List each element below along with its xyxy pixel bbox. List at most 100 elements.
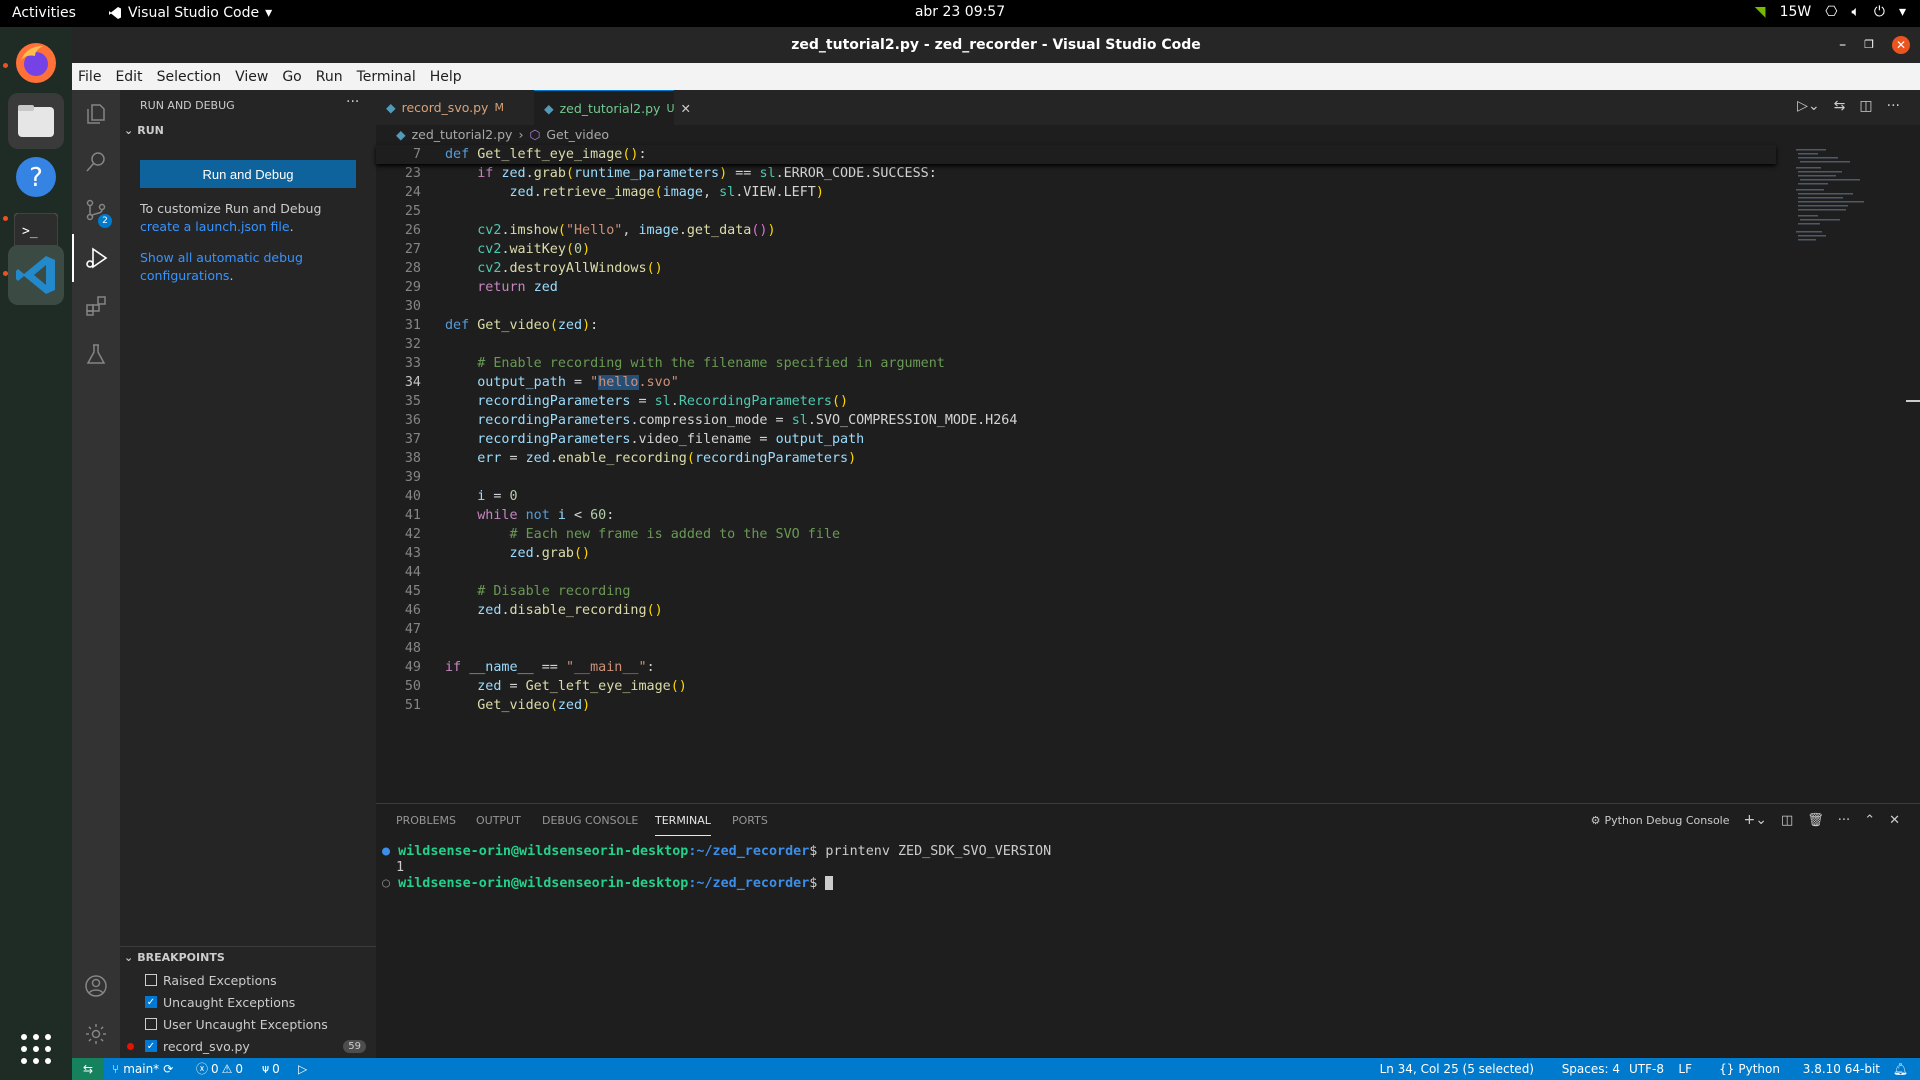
problems-indicator[interactable]: ⓧ 0 ⚠ 0: [196, 1058, 243, 1080]
run-python-file-icon[interactable]: ▷⌄: [1797, 98, 1820, 114]
terminal-selector[interactable]: ⚙ Python Debug Console: [1591, 814, 1730, 827]
terminal-output: 1: [396, 860, 405, 875]
language-mode[interactable]: {} Python: [1719, 1058, 1780, 1080]
more-actions-icon[interactable]: ···: [346, 94, 359, 110]
maximize-panel-icon[interactable]: ⌃: [1864, 813, 1875, 828]
tab-status: M: [494, 101, 504, 114]
breakpoints-title: BREAKPOINTS: [137, 951, 225, 964]
python-interpreter[interactable]: 3.8.10 64-bit: [1803, 1058, 1880, 1080]
more-actions-icon[interactable]: ···: [1887, 98, 1900, 114]
python-file-icon: ◆: [396, 127, 406, 142]
checkbox[interactable]: [145, 1018, 157, 1030]
files-icon[interactable]: [8, 93, 64, 149]
code-line: 43 zed.grab(): [404, 546, 591, 561]
tab-zed-tutorial2[interactable]: ◆ zed_tutorial2.py U ✕: [534, 90, 691, 125]
notifications-bell-icon[interactable]: 🔔︎: [1893, 1058, 1908, 1080]
menu-selection[interactable]: Selection: [150, 69, 229, 85]
explorer-icon[interactable]: [72, 90, 120, 138]
run-debug-status-icon[interactable]: ▷: [298, 1058, 307, 1080]
git-branch[interactable]: ⑂ main* ⟳: [112, 1058, 173, 1080]
line-ending[interactable]: LF: [1678, 1058, 1692, 1080]
menu-terminal[interactable]: Terminal: [350, 69, 423, 85]
menu-view[interactable]: View: [228, 69, 275, 85]
breakpoint-record-svo[interactable]: ✓ record_svo.py 59: [120, 1035, 376, 1057]
terminal-content[interactable]: ● wildsense-orin@wildsenseorin-desktop:~…: [376, 844, 1876, 1044]
symbol-method-icon: ⬡: [529, 127, 541, 142]
breakpoints-header[interactable]: ⌄ BREAKPOINTS: [124, 951, 225, 964]
tab-record-svo[interactable]: ◆ record_svo.py M: [376, 90, 534, 125]
close-tab-icon[interactable]: ✕: [681, 101, 691, 116]
tab-ports[interactable]: PORTS: [732, 804, 768, 837]
breakpoint-uncaught-exceptions[interactable]: ✓ Uncaught Exceptions: [120, 991, 295, 1013]
encoding[interactable]: UTF-8: [1629, 1058, 1664, 1080]
code-editor[interactable]: 7 def Get_left_eye_image(): 23 if zed.gra…: [376, 145, 1920, 802]
ports-indicator[interactable]: ᴪ0: [262, 1058, 280, 1080]
create-launch-json-link[interactable]: create a launch.json file: [140, 219, 290, 234]
checkbox-checked[interactable]: ✓: [145, 1040, 157, 1052]
close-panel-icon[interactable]: ✕: [1889, 813, 1900, 828]
show-all-configs-link[interactable]: Show all automatic debug configurations.: [140, 249, 310, 285]
breadcrumb-symbol[interactable]: Get_video: [546, 127, 609, 142]
trash-icon[interactable]: 🗑︎: [1807, 813, 1824, 828]
settings-gear-icon[interactable]: [72, 1010, 120, 1058]
testing-icon[interactable]: [72, 330, 120, 378]
tab-problems[interactable]: PROBLEMS: [396, 804, 456, 837]
search-icon[interactable]: [72, 138, 120, 186]
split-editor-icon[interactable]: ◫: [1859, 98, 1872, 114]
terminal-line: ○ wildsense-orin@wildsenseorin-desktop:~…: [382, 876, 834, 892]
compare-changes-icon[interactable]: ⇆: [1834, 98, 1846, 114]
checkbox-checked[interactable]: ✓: [145, 996, 157, 1008]
chevron-right-icon: ›: [518, 127, 524, 142]
checkbox[interactable]: [145, 974, 157, 986]
indentation[interactable]: Spaces: 4: [1562, 1058, 1620, 1080]
run-and-debug-button[interactable]: Run and Debug: [140, 160, 356, 188]
menu-help[interactable]: Help: [423, 69, 469, 85]
warning-icon: ⚠: [221, 1062, 233, 1076]
minimize-button[interactable]: –: [1839, 27, 1846, 63]
breakpoint-label: User Uncaught Exceptions: [163, 1016, 328, 1032]
power-mode: 15W: [1779, 4, 1812, 20]
chevron-down-icon: ▾: [1898, 4, 1906, 20]
maximize-button[interactable]: ❐: [1864, 27, 1874, 63]
vscode-icon[interactable]: [8, 245, 64, 305]
menu-run[interactable]: Run: [309, 69, 350, 85]
accounts-icon[interactable]: [72, 962, 120, 1010]
breadcrumb-file[interactable]: zed_tutorial2.py: [412, 127, 513, 142]
ubuntu-dock: ? >_: [0, 27, 72, 1080]
run-debug-icon[interactable]: [72, 234, 120, 282]
code-line: 51 Get_video(zed): [404, 698, 591, 713]
window-titlebar[interactable]: zed_tutorial2.py - zed_recorder - Visual…: [72, 27, 1920, 63]
firefox-icon[interactable]: [8, 35, 64, 91]
volume-icon: 🔈︎: [1851, 4, 1860, 20]
customize-text: To customize Run and Debug: [140, 201, 322, 216]
new-terminal-icon[interactable]: +⌄: [1744, 812, 1767, 828]
menu-edit[interactable]: Edit: [108, 69, 149, 85]
code-line: 38 err = zed.enable_recording(recordingP…: [404, 451, 857, 466]
cursor-position[interactable]: Ln 34, Col 25 (5 selected): [1380, 1058, 1534, 1080]
split-terminal-icon[interactable]: ◫: [1781, 813, 1793, 828]
svg-text:?: ?: [29, 163, 43, 193]
python-file-icon: ◆: [386, 100, 396, 115]
menu-go[interactable]: Go: [275, 69, 308, 85]
status-bar: ⇆ ⑂ main* ⟳ ⓧ 0 ⚠ 0 ᴪ0 ▷ Ln 34, Col 25 (5 …: [72, 1058, 1920, 1080]
source-control-icon[interactable]: 2: [72, 186, 120, 234]
clock[interactable]: abr 23 09:57: [0, 4, 1920, 20]
system-tray[interactable]: ◥ 15W ⎔ 🔈︎ ⏻ ▾: [1755, 4, 1906, 20]
more-actions-icon[interactable]: ···: [1838, 813, 1850, 828]
code-line: 25: [404, 204, 421, 219]
show-apps-icon[interactable]: [8, 1021, 64, 1077]
help-icon[interactable]: ?: [8, 149, 64, 205]
run-section-header[interactable]: ⌄ RUN: [124, 124, 164, 137]
tab-terminal[interactable]: TERMINAL: [655, 804, 711, 836]
editor-actions: ▷⌄ ⇆ ◫ ···: [1797, 98, 1900, 114]
menu-file[interactable]: File: [72, 69, 108, 85]
extensions-icon[interactable]: [72, 282, 120, 330]
tab-output[interactable]: OUTPUT: [476, 804, 521, 837]
tab-debug-console[interactable]: DEBUG CONSOLE: [542, 804, 638, 837]
breakpoint-dot-icon: [127, 1042, 134, 1050]
close-window-button[interactable]: ✕: [1892, 36, 1910, 54]
remote-indicator-icon[interactable]: ⇆: [72, 1058, 104, 1080]
breakpoint-user-uncaught-exceptions[interactable]: User Uncaught Exceptions: [120, 1013, 328, 1035]
minimap[interactable]: [1794, 147, 1884, 247]
breakpoint-raised-exceptions[interactable]: Raised Exceptions: [120, 969, 277, 991]
